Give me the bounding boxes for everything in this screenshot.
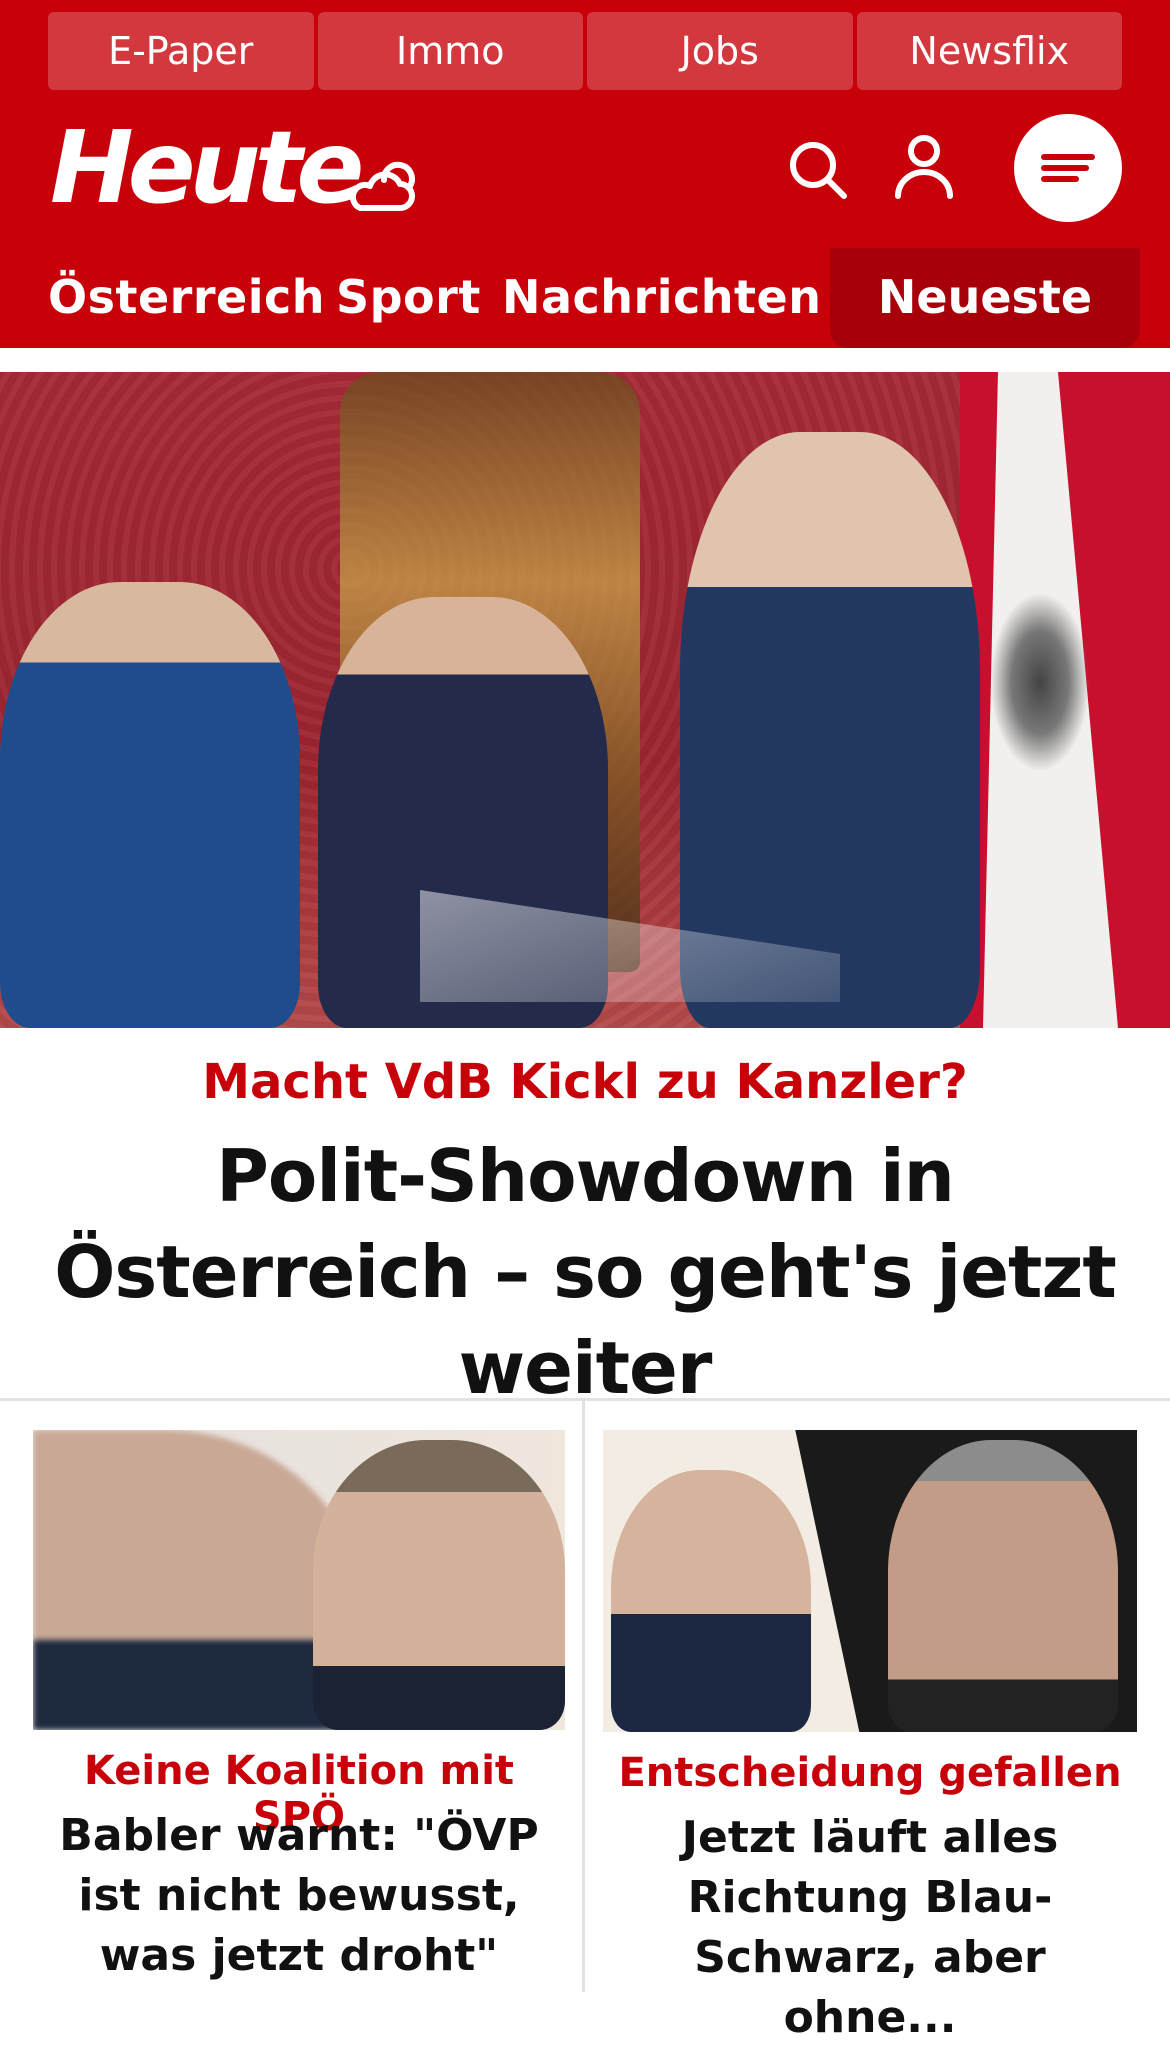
menu-icon [1041,149,1095,187]
menu-button[interactable] [1014,114,1122,222]
nav-item-sport[interactable]: Sport [336,270,481,324]
nav-item-neueste-label[interactable]: Neueste [830,270,1140,324]
topbar-link-jobs[interactable]: Jobs [587,12,853,90]
top-links-bar: E-Paper Immo Jobs Newsflix [48,12,1122,90]
site-logo[interactable]: Heute [50,118,364,218]
article-card-image[interactable] [603,1430,1137,1732]
nav-item-oesterreich[interactable]: Österreich [48,270,325,324]
article-card-title[interactable]: Babler warnt: "ÖVP ist nicht bewusst, wa… [23,1806,575,1986]
user-icon[interactable] [892,134,956,200]
section-divider [0,1398,1170,1401]
article-card-image[interactable] [33,1430,565,1730]
hero-headline[interactable]: Polit-Showdown in Österreich – so geht's… [20,1128,1150,1416]
weather-icon[interactable] [346,150,420,214]
hero-image[interactable] [0,372,1170,1028]
person-figure [0,582,300,1028]
article-card-title[interactable]: Jetzt läuft alles Richtung Blau-Schwarz,… [613,1808,1127,2048]
topbar-link-newsflix[interactable]: Newsflix [856,12,1122,90]
topbar-link-immo[interactable]: Immo [317,12,583,90]
eagle-emblem [990,592,1090,772]
column-divider [582,1400,585,1992]
nav-item-nachrichten[interactable]: Nachrichten [502,270,821,324]
article-card-kicker[interactable]: Entscheidung gefallen [603,1750,1137,1796]
search-icon[interactable] [786,138,850,202]
hero-kicker[interactable]: Macht VdB Kickl zu Kanzler? [0,1054,1170,1110]
topbar-link-epaper[interactable]: E-Paper [48,12,314,90]
